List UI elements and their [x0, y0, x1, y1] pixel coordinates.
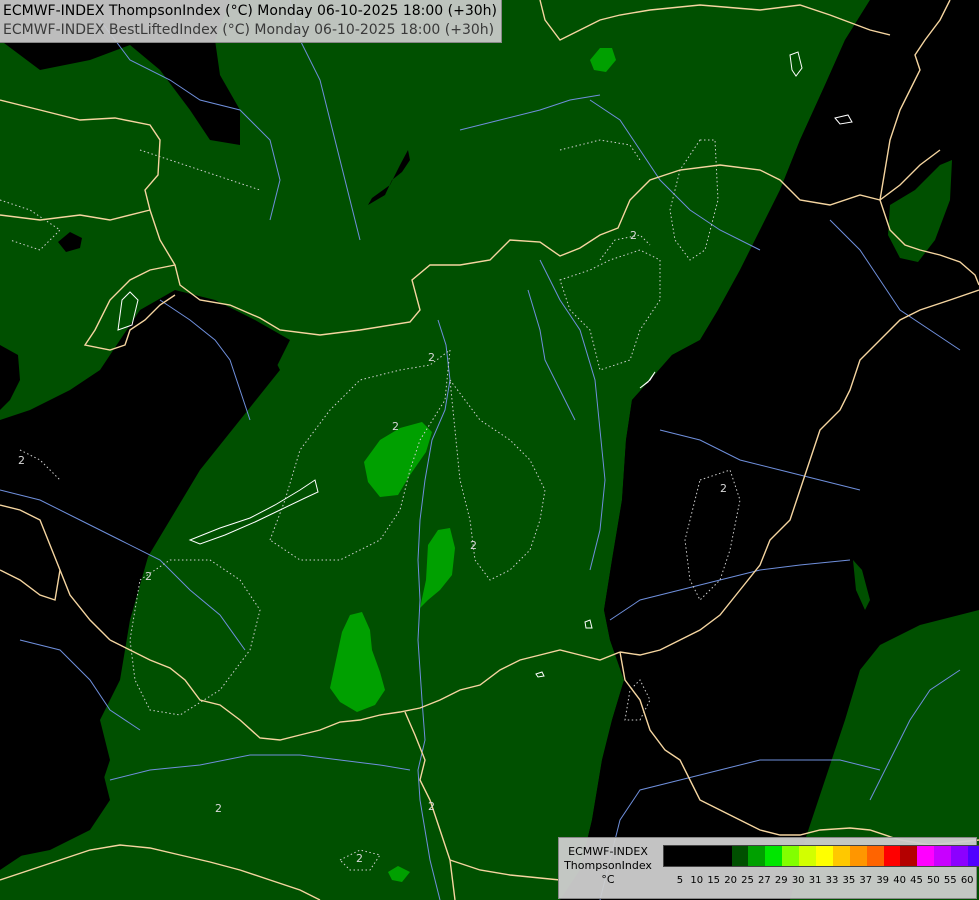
- contour-label: 2: [18, 454, 25, 467]
- legend-swatch: [799, 846, 817, 866]
- legend-tick-labels: 5 10 15 20 25 27 29 30 31 33 35 37 39 40 45 50 55 60: [663, 875, 974, 889]
- legend-tick: 55: [943, 875, 957, 886]
- legend-tick: 40: [893, 875, 906, 886]
- legend-tick: 39: [876, 875, 890, 886]
- legend-tick: 37: [859, 875, 873, 886]
- legend-swatch: [714, 846, 732, 866]
- color-legend: ECMWF-INDEX ThompsonIndex °C 5 10 15 20 25 27…: [558, 837, 979, 899]
- legend-tick: 60: [960, 875, 974, 886]
- map-title: ECMWF-INDEX ThompsonIndex (°C) Monday 06…: [0, 0, 502, 43]
- legend-tick: 27: [758, 875, 771, 886]
- legend-swatch: [900, 846, 918, 866]
- legend-tick: 45: [910, 875, 923, 886]
- legend-swatch: [968, 846, 979, 866]
- contour-label: 2: [392, 420, 399, 433]
- legend-swatch: [917, 846, 935, 866]
- legend-tick: 25: [741, 875, 754, 886]
- legend-parameter: ThompsonIndex: [564, 859, 652, 872]
- legend-tick: 33: [825, 875, 839, 886]
- contour-label: 2: [145, 570, 152, 583]
- legend-tick: 10: [690, 875, 704, 886]
- legend-tick: 50: [927, 875, 940, 886]
- legend-color-scale: [663, 845, 979, 867]
- legend-tick: 20: [724, 875, 737, 886]
- contour-label: 2: [720, 482, 727, 495]
- legend-swatch: [748, 846, 766, 866]
- contour-label: 2: [470, 539, 477, 552]
- legend-swatch: [680, 846, 698, 866]
- legend-swatch: [697, 846, 715, 866]
- contour-label: 2: [215, 802, 222, 815]
- legend-swatch: [765, 846, 783, 866]
- legend-tick: 35: [842, 875, 856, 886]
- legend-model: ECMWF-INDEX: [568, 845, 648, 858]
- legend-unit: °C: [601, 873, 615, 886]
- legend-swatch: [731, 846, 749, 866]
- weather-map: 2 2 2 2 2 2 2 2 2 2: [0, 0, 979, 900]
- legend-swatch: [782, 846, 800, 866]
- contour-label: 2: [630, 229, 637, 242]
- legend-swatch: [866, 846, 884, 866]
- legend-swatch: [816, 846, 833, 866]
- legend-swatch: [883, 846, 901, 866]
- legend-swatch: [664, 846, 681, 866]
- legend-tick: 5: [676, 875, 684, 886]
- contour-label: 2: [356, 852, 363, 865]
- legend-tick: 30: [791, 875, 805, 886]
- legend-swatch: [849, 846, 867, 866]
- legend-swatch: [934, 846, 952, 866]
- legend-tick: 15: [707, 875, 721, 886]
- legend-tick: 31: [808, 875, 822, 886]
- legend-label: ECMWF-INDEX ThompsonIndex °C: [559, 845, 657, 887]
- legend-tick: 29: [774, 875, 788, 886]
- contour-label: 2: [428, 351, 435, 364]
- contour-label: 2: [428, 800, 435, 813]
- legend-swatch: [832, 846, 850, 866]
- legend-swatch: [951, 846, 969, 866]
- title-line-lifted-index: ECMWF-INDEX BestLiftedIndex (°C) Monday …: [3, 22, 495, 38]
- title-line-thompson: ECMWF-INDEX ThompsonIndex (°C) Monday 06…: [3, 3, 497, 19]
